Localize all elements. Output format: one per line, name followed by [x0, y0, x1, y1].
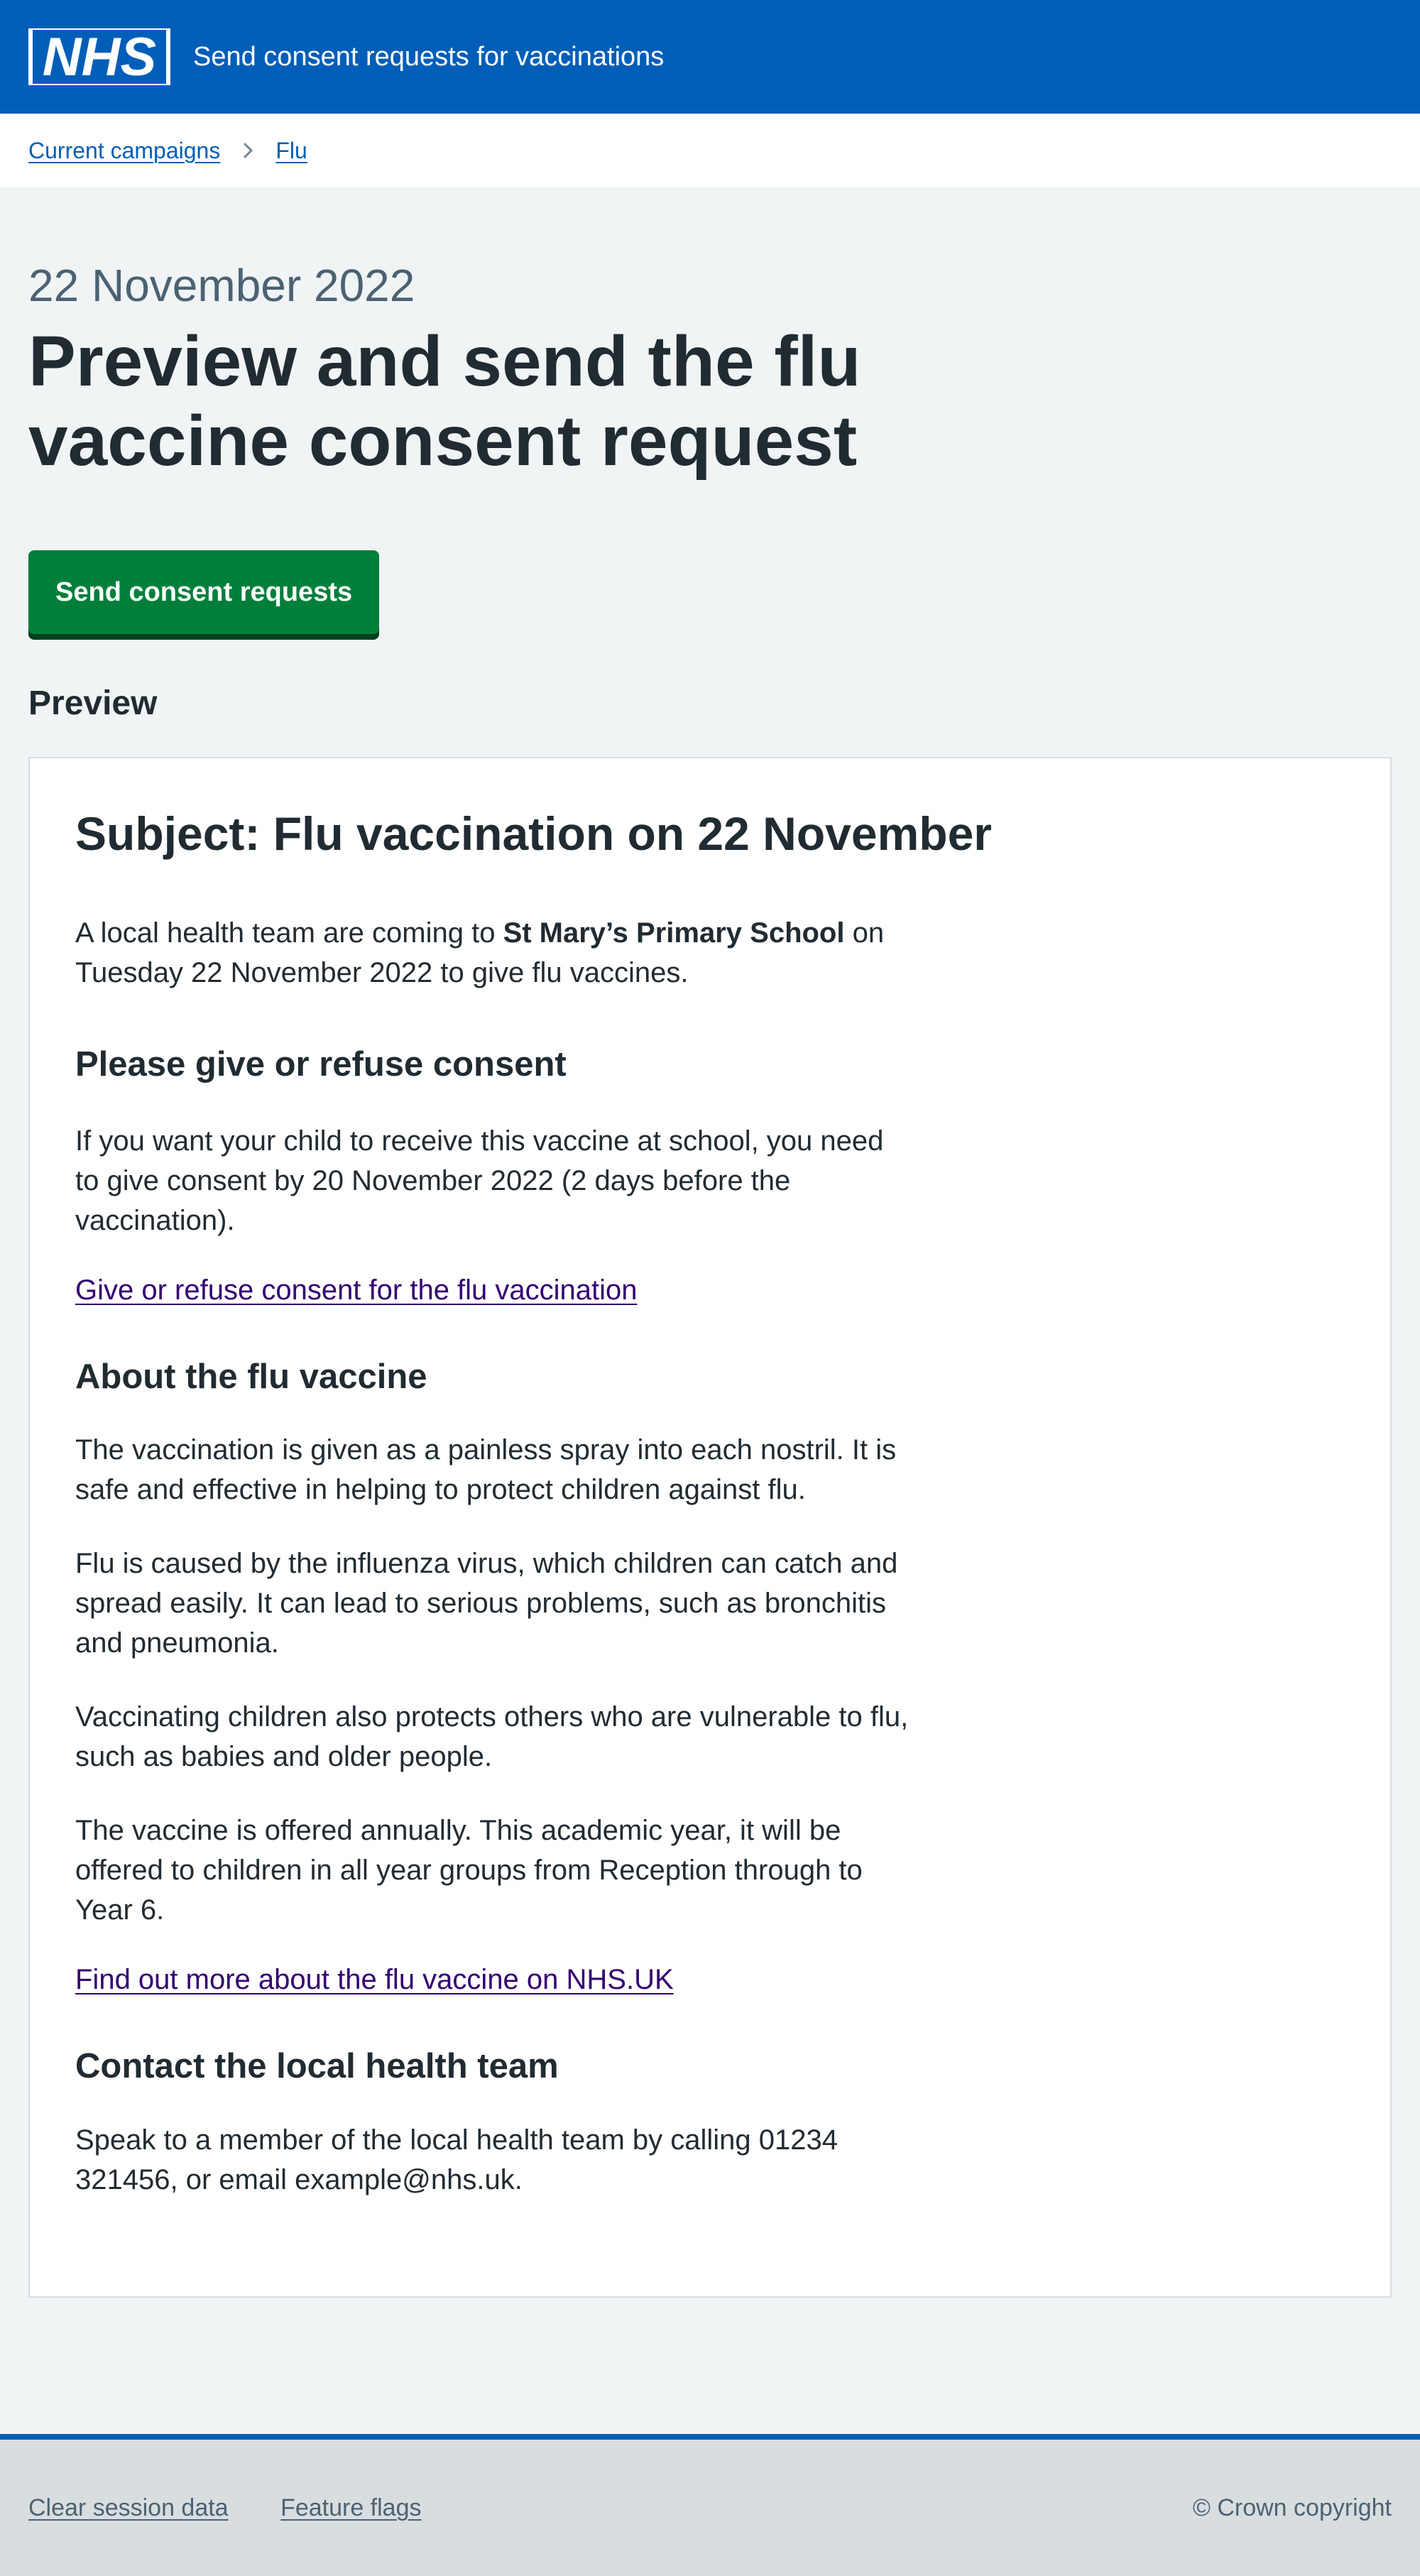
clear-session-data-link[interactable]: Clear session data — [28, 2494, 229, 2521]
nhs-logo-icon: NHS — [33, 30, 166, 84]
find-out-more-link[interactable]: Find out more about the flu vaccine on N… — [75, 1964, 674, 1995]
preview-heading: Preview — [28, 684, 158, 722]
intro-text-before: A local health team are coming to — [75, 917, 503, 949]
copyright-text: © Crown copyright — [1192, 2494, 1392, 2521]
breadcrumb: Current campaigns Flu — [0, 114, 1420, 187]
about-paragraph-4: The vaccine is offered annually. This ac… — [75, 1815, 863, 1926]
page-caption: 22 November 2022 — [28, 260, 415, 311]
consent-text: If you want your child to receive this v… — [75, 1125, 884, 1236]
footer-links: Clear session data Feature flags — [28, 2494, 467, 2522]
page-title: Preview and send the flu vaccine consent… — [28, 321, 861, 481]
about-heading: About the flu vaccine — [75, 1357, 427, 1396]
send-consent-requests-button[interactable]: Send consent requests — [28, 550, 380, 634]
feature-flags-link[interactable]: Feature flags — [280, 2494, 421, 2521]
give-or-refuse-consent-link[interactable]: Give or refuse consent for the flu vacci… — [75, 1275, 638, 1306]
nhs-logo[interactable]: NHS — [28, 28, 170, 85]
school-name: St Mary’s Primary School — [503, 917, 845, 949]
chevron-right-icon — [241, 141, 254, 160]
logo-text: NHS — [43, 30, 156, 84]
about-paragraph-3: Vaccinating children also protects other… — [75, 1701, 909, 1773]
main-content: 22 November 2022 Preview and send the fl… — [0, 258, 1420, 2298]
breadcrumb-flu[interactable]: Flu — [275, 138, 307, 164]
about-paragraph-2: Flu is caused by the influenza virus, wh… — [75, 1548, 898, 1659]
breadcrumb-current-campaigns[interactable]: Current campaigns — [28, 138, 220, 164]
contact-text: Speak to a member of the local health te… — [75, 2124, 838, 2196]
email-intro: A local health team are coming to St Mar… — [75, 913, 913, 993]
site-footer: Clear session data Feature flags © Crown… — [0, 2434, 1420, 2576]
consent-heading: Please give or refuse consent — [75, 1044, 567, 1084]
email-subject: Subject: Flu vaccination on 22 November — [75, 807, 992, 860]
contact-heading: Contact the local health team — [75, 2047, 559, 2086]
about-paragraph-1: The vaccination is given as a painless s… — [75, 1434, 897, 1506]
email-preview-card: Subject: Flu vaccination on 22 November … — [28, 756, 1392, 2298]
site-header: NHS Send consent requests for vaccinatio… — [0, 0, 1420, 114]
service-name[interactable]: Send consent requests for vaccinations — [193, 42, 664, 72]
